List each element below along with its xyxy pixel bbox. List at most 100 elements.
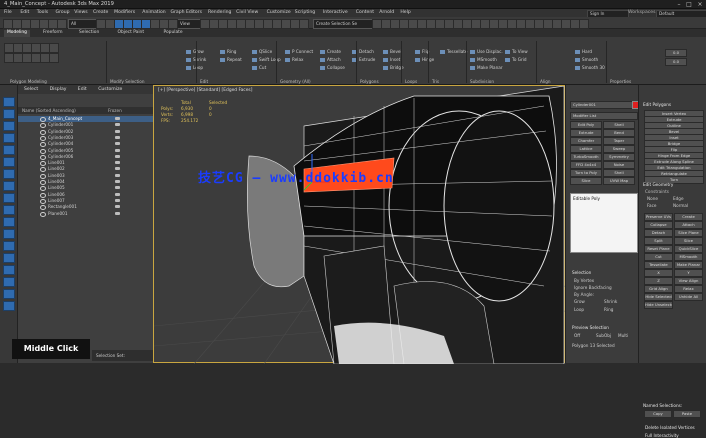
stack-item-editable-poly[interactable]: Editable Poly xyxy=(573,196,600,201)
ribbon-item-hinge[interactable]: Hinge xyxy=(415,57,434,63)
modifier-button-symmetry[interactable]: Symmetry xyxy=(603,153,635,161)
preview-radio-subobj[interactable]: SubObj xyxy=(596,333,611,338)
ribbon-tool-icon[interactable] xyxy=(49,43,59,53)
visibility-eye-icon[interactable] xyxy=(40,186,46,192)
geometry-button-tessellate[interactable]: Tessellate xyxy=(644,261,673,269)
explorer-menu-customize[interactable]: Customize xyxy=(98,87,122,92)
reference-coord-dropdown[interactable]: View xyxy=(177,19,201,29)
modifier-button-turbosmooth[interactable]: TurboSmooth xyxy=(570,153,602,161)
preview-radio-multi[interactable]: Multi xyxy=(618,333,628,338)
perspective-viewport[interactable]: [+] [Perspective] [Standard] [Edged Face… xyxy=(153,85,566,364)
menu-item-group[interactable]: Group xyxy=(56,10,70,15)
constraint-radio-normal[interactable]: Normal xyxy=(673,203,688,208)
explorer-filter-icon[interactable] xyxy=(3,217,15,227)
ribbon-item-cut[interactable]: Cut xyxy=(252,65,266,71)
explorer-filter-icon[interactable] xyxy=(3,157,15,167)
modifier-button-chamfer[interactable]: Chamfer xyxy=(570,137,602,145)
geometry-button-collapse[interactable]: Collapse xyxy=(644,221,673,229)
geometry-button-attach[interactable]: Attach xyxy=(674,221,703,229)
geometry-button-view-align[interactable]: View Align xyxy=(674,277,703,285)
geometry-button-make-planar[interactable]: Make Planar xyxy=(674,261,703,269)
explorer-filter-icon[interactable] xyxy=(3,109,15,119)
constraint-radio-none[interactable]: None xyxy=(647,196,658,201)
ribbon-item-smooth[interactable]: Smooth xyxy=(575,57,598,63)
list-item[interactable]: Cylinder001 xyxy=(18,122,153,129)
explorer-filter-icon[interactable] xyxy=(3,193,15,203)
visibility-eye-icon[interactable] xyxy=(40,148,46,154)
ribbon-item-hard[interactable]: Hard xyxy=(575,49,592,55)
list-item[interactable]: Line001 xyxy=(18,160,153,167)
modifier-button-uvw-map[interactable]: UVW Map xyxy=(603,177,635,185)
ribbon-panel-loops[interactable]: Loops xyxy=(405,79,417,84)
explorer-filter-icon[interactable] xyxy=(3,205,15,215)
frozen-toggle[interactable] xyxy=(115,173,120,177)
explorer-filter-icon[interactable] xyxy=(3,277,15,287)
geometry-button-split[interactable]: Split xyxy=(644,237,673,245)
menu-item-modifiers[interactable]: Modifiers xyxy=(114,10,135,15)
list-item[interactable]: Line007 xyxy=(18,198,153,204)
visibility-eye-icon[interactable] xyxy=(40,135,46,141)
menu-item-graph-editors[interactable]: Graph Editors xyxy=(170,10,202,15)
frozen-toggle[interactable] xyxy=(115,198,120,202)
edit-geometry-title[interactable]: Edit Geometry xyxy=(643,182,673,187)
menu-item-create[interactable]: Create xyxy=(93,10,108,15)
list-item[interactable]: Cylinder003 xyxy=(18,135,153,141)
menu-item-edit[interactable]: Edit xyxy=(20,10,29,15)
modifier-button-sweep[interactable]: Sweep xyxy=(603,145,635,153)
explorer-filter-icon[interactable] xyxy=(3,97,15,107)
ribbon-item-grow[interactable]: Grow xyxy=(186,49,204,55)
modifier-button-lattice[interactable]: Lattice xyxy=(570,145,602,153)
explorer-filter-icon[interactable] xyxy=(3,241,15,251)
frozen-toggle[interactable] xyxy=(115,142,120,146)
visibility-eye-icon[interactable] xyxy=(40,142,46,148)
list-item[interactable]: 4_Main_Concept xyxy=(18,116,153,122)
ribbon-item-repeat[interactable]: Repeat xyxy=(220,57,242,63)
visibility-eye-icon[interactable] xyxy=(40,117,46,122)
menu-item-arnold[interactable]: Arnold xyxy=(379,10,394,15)
ribbon-item-use-displac-[interactable]: Use Displac. xyxy=(470,49,503,55)
ribbon-panel-edit[interactable]: Edit xyxy=(200,79,208,84)
list-item[interactable]: Line006 xyxy=(18,192,153,198)
modifier-button-shell[interactable]: Shell xyxy=(603,169,635,177)
visibility-eye-icon[interactable] xyxy=(40,129,46,135)
visibility-eye-icon[interactable] xyxy=(40,192,46,198)
geometry-button-create[interactable]: Create xyxy=(674,213,703,221)
menu-item-tools[interactable]: Tools xyxy=(37,10,48,15)
ribbon-item-to-view[interactable]: To View xyxy=(505,49,528,55)
explorer-menu-display[interactable]: Display xyxy=(50,87,67,92)
toolbar-tool-icon[interactable] xyxy=(57,19,67,29)
ribbon-panel-modify-selection[interactable]: Modify Selection xyxy=(110,79,145,84)
visibility-eye-icon[interactable] xyxy=(40,205,46,211)
tab-object-paint[interactable]: Object Paint xyxy=(115,30,148,37)
frozen-toggle[interactable] xyxy=(115,205,120,209)
object-name-field[interactable]: Cylinder001 xyxy=(570,101,634,109)
visibility-eye-icon[interactable] xyxy=(40,154,46,160)
tab-populate[interactable]: Populate xyxy=(161,30,186,37)
modifier-button-edit-poly[interactable]: Edit Poly xyxy=(570,121,602,129)
list-item[interactable]: Cylinder002 xyxy=(18,129,153,135)
close-icon[interactable]: × xyxy=(695,1,705,8)
explorer-filter-icon[interactable] xyxy=(3,253,15,263)
frozen-toggle[interactable] xyxy=(115,180,120,183)
ribbon-panel-polygon-modeling[interactable]: Polygon Modeling xyxy=(10,79,47,84)
color-value-2[interactable]: 0.0 xyxy=(665,58,687,66)
geometry-button-reset-plane[interactable]: Reset Plane xyxy=(644,245,673,253)
modifier-button-ffd-4x4x4[interactable]: FFD 4x4x4 xyxy=(570,161,602,169)
frozen-toggle[interactable] xyxy=(115,123,120,127)
ribbon-panel-geometry-all-[interactable]: Geometry (All) xyxy=(280,79,311,84)
explorer-filter-icon[interactable] xyxy=(3,229,15,239)
ribbon-item-smooth-30[interactable]: Smooth 30 xyxy=(575,65,605,71)
ribbon-item-collapse[interactable]: Collapse xyxy=(320,65,345,71)
modifier-list-dropdown[interactable]: Modifier List xyxy=(570,112,638,120)
color-value-1[interactable]: 0.0 xyxy=(665,49,687,57)
frozen-toggle[interactable] xyxy=(115,211,120,215)
ribbon-item-make-planar[interactable]: Make Planar xyxy=(470,65,503,71)
modifier-button-noise[interactable]: Noise xyxy=(603,161,635,169)
maximize-icon[interactable]: □ xyxy=(684,1,694,8)
copy-button[interactable]: Copy xyxy=(644,410,672,418)
menu-item-views[interactable]: Views xyxy=(74,10,87,15)
ribbon-panel-align[interactable]: Align xyxy=(540,79,551,84)
selection-rollout-title[interactable]: Selection xyxy=(572,270,591,275)
column-name[interactable]: Name (Sorted Ascending) xyxy=(22,108,76,113)
modifier-stack[interactable]: Editable Poly xyxy=(570,193,638,253)
